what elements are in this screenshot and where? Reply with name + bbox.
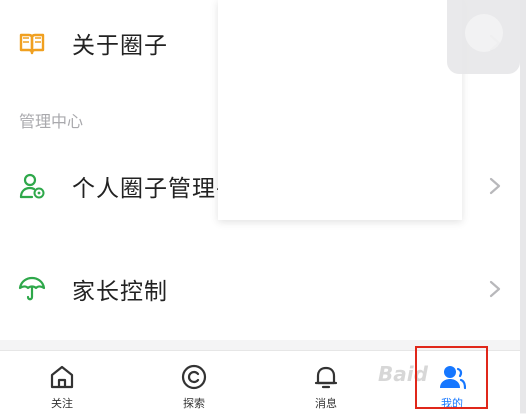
chevron-right-icon	[489, 280, 501, 298]
book-icon	[19, 33, 45, 55]
tab-messages-label: 消息	[315, 397, 337, 410]
highlight-box	[415, 346, 488, 409]
umbrella-icon	[18, 276, 46, 301]
floating-assist-button[interactable]	[447, 0, 520, 74]
menu-item-about-label: 关于圈子	[72, 33, 168, 59]
tab-explore-label: 探索	[183, 397, 205, 410]
bell-icon	[314, 366, 338, 389]
tab-follow[interactable]: 关注	[0, 351, 128, 414]
scrollbar-track	[520, 0, 526, 413]
menu-item-parental-control[interactable]: 家长控制	[0, 241, 520, 337]
menu-item-parental-control-label: 家长控制	[72, 279, 168, 305]
overlay-popup	[218, 0, 462, 220]
chevron-right-icon	[489, 177, 501, 195]
tab-messages[interactable]: 消息	[260, 351, 392, 414]
home-icon	[50, 365, 74, 389]
tab-explore[interactable]: 探索	[128, 351, 260, 414]
section-title-management: 管理中心	[19, 112, 84, 131]
explore-icon	[181, 364, 207, 390]
tab-follow-label: 关注	[51, 397, 73, 410]
person-gear-icon	[19, 173, 45, 199]
floating-circle-icon	[465, 14, 503, 52]
